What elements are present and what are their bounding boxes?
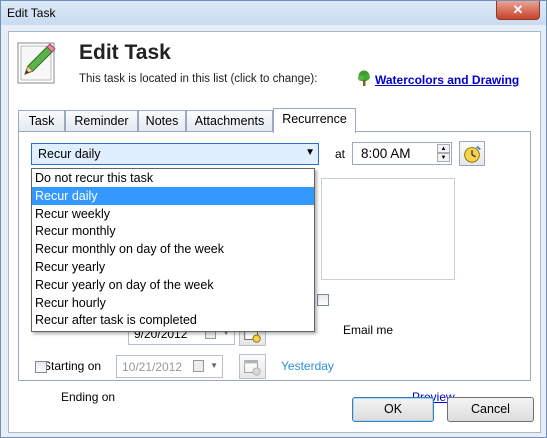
recurrence-details-box xyxy=(321,178,455,280)
dropdown-option[interactable]: Recur yearly xyxy=(32,258,314,276)
tab-notes[interactable]: Notes xyxy=(138,110,186,131)
ending-date-field[interactable]: 10/21/2012 ▼ xyxy=(116,355,223,378)
dropdown-option[interactable]: Do not recur this task xyxy=(32,169,314,187)
recurrence-dropdown-list: Do not recur this task Recur daily Recur… xyxy=(31,168,315,332)
clock-picker-button[interactable] xyxy=(459,141,485,166)
time-field[interactable]: 8:00 AM ▲ ▼ xyxy=(352,142,452,165)
ok-button[interactable]: OK xyxy=(352,397,434,422)
starting-date-hint: Yesterday xyxy=(281,359,334,373)
calendar-icon xyxy=(193,360,204,372)
dropdown-option[interactable]: Recur hourly xyxy=(32,294,314,312)
dropdown-option-selected[interactable]: Recur daily xyxy=(32,186,314,205)
ending-date-value: 10/21/2012 xyxy=(122,360,183,374)
date-picker-icon xyxy=(244,360,261,376)
recurrence-select[interactable]: Recur daily ▼ xyxy=(31,143,319,165)
dropdown-option[interactable]: Recur monthly xyxy=(32,222,314,240)
starting-on-label: Starting on xyxy=(43,359,102,373)
tab-recurrence[interactable]: Recurrence xyxy=(273,108,356,133)
ending-on-checkbox[interactable] xyxy=(35,361,47,373)
title-bar[interactable]: Edit Task ✕ xyxy=(1,1,546,25)
cancel-button[interactable]: Cancel xyxy=(447,397,534,422)
window-title: Edit Task xyxy=(7,6,56,20)
dropdown-option[interactable]: Recur monthly on day of the week xyxy=(32,240,314,258)
tree-icon xyxy=(358,70,370,86)
tab-attachments[interactable]: Attachments xyxy=(186,110,273,131)
clock-icon xyxy=(464,145,481,163)
dropdown-option[interactable]: Recur yearly on day of the week xyxy=(32,276,314,294)
close-button[interactable]: ✕ xyxy=(496,1,540,20)
spin-up-icon[interactable]: ▲ xyxy=(437,144,450,153)
tab-reminder[interactable]: Reminder xyxy=(65,110,138,131)
page-title: Edit Task xyxy=(79,41,171,64)
ending-date-picker-button[interactable] xyxy=(239,354,266,379)
time-spinner[interactable]: ▲ ▼ xyxy=(437,144,450,163)
chevron-down-icon: ▼ xyxy=(210,361,218,370)
email-me-checkbox[interactable] xyxy=(317,294,329,306)
spin-down-icon[interactable]: ▼ xyxy=(437,153,450,162)
time-value: 8:00 AM xyxy=(361,146,411,161)
tab-task[interactable]: Task xyxy=(18,110,65,131)
list-name-link[interactable]: Watercolors and Drawing xyxy=(375,73,519,87)
email-me-label: Email me xyxy=(343,323,394,337)
edit-task-dialog: Edit Task ✕ Edit Task This task is locat… xyxy=(0,0,547,438)
chevron-down-icon: ▼ xyxy=(305,147,315,158)
recurrence-select-value: Recur daily xyxy=(38,147,101,161)
list-location-text: This task is located in this list (click… xyxy=(79,73,318,85)
at-label: at xyxy=(335,147,346,161)
dropdown-option[interactable]: Recur after task is completed xyxy=(32,311,314,329)
dropdown-option[interactable]: Recur weekly xyxy=(32,205,314,223)
pencil-icon xyxy=(17,42,56,84)
ending-on-label: Ending on xyxy=(61,390,116,404)
